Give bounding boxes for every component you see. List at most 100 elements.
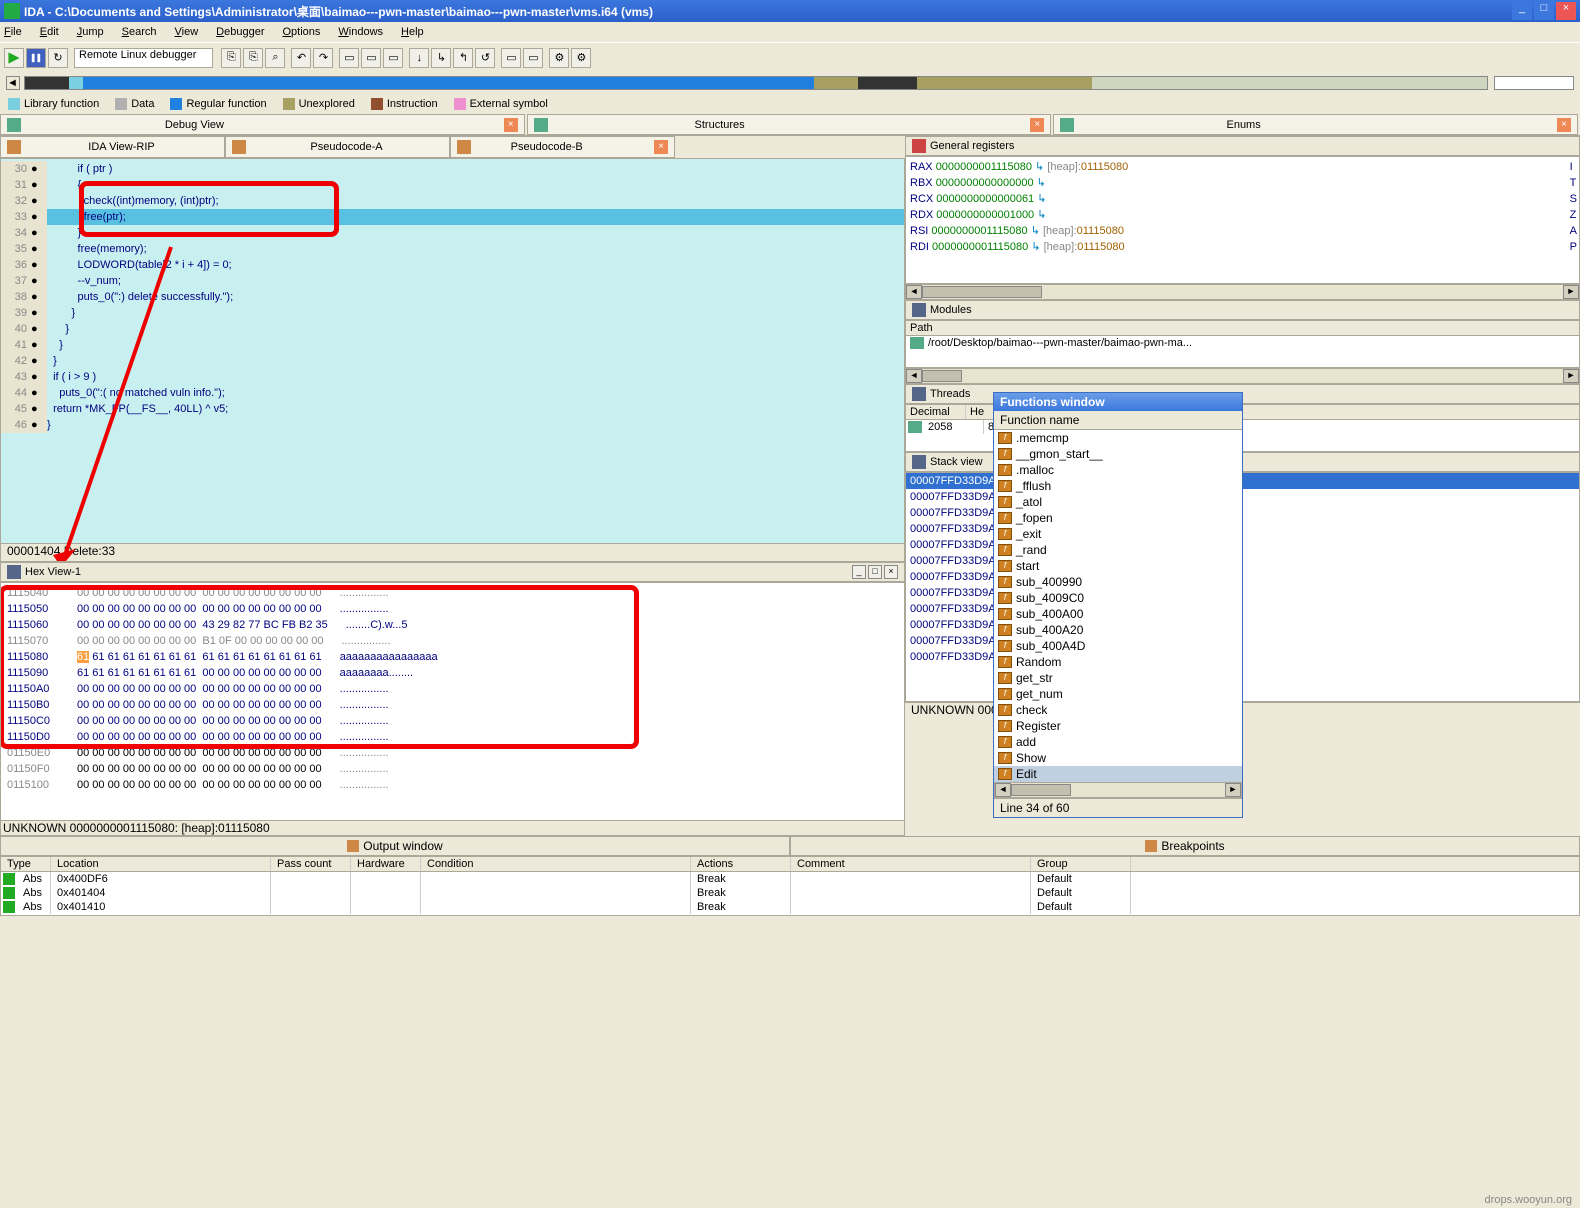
- hex-row[interactable]: 11150D0 00 00 00 00 00 00 00 00 00 00 00…: [7, 729, 898, 745]
- register-row[interactable]: RSI 0000000001115080 ↳ [heap]:01115080: [910, 223, 1575, 239]
- hex-row[interactable]: 1115040 00 00 00 00 00 00 00 00 00 00 00…: [7, 585, 898, 601]
- hex-row[interactable]: 1115080 61 61 61 61 61 61 61 61 61 61 61…: [7, 649, 898, 665]
- hex-row[interactable]: 01150F0 00 00 00 00 00 00 00 00 00 00 00…: [7, 761, 898, 777]
- debugger-select[interactable]: Remote Linux debugger: [74, 48, 213, 68]
- menu-edit[interactable]: Edit: [40, 26, 59, 38]
- code-tab[interactable]: Pseudocode-B×: [450, 136, 675, 158]
- function-item[interactable]: fsub_400990: [994, 574, 1242, 590]
- tab-close-button[interactable]: ×: [1557, 118, 1571, 132]
- step-icon[interactable]: ↓: [409, 48, 429, 68]
- bottom-tab[interactable]: Output window: [0, 836, 790, 856]
- breakpoint-row[interactable]: Abs0x400DF6BreakDefault: [1, 872, 1579, 886]
- function-item[interactable]: f_fopen: [994, 510, 1242, 526]
- reload-button[interactable]: ↻: [48, 48, 68, 68]
- function-item[interactable]: fget_str: [994, 670, 1242, 686]
- top-tab[interactable]: Structures×: [527, 114, 1052, 135]
- tool-icon[interactable]: ⚙: [571, 48, 591, 68]
- modules-row[interactable]: /root/Desktop/baimao---pwn-master/baimao…: [906, 336, 1579, 350]
- register-row[interactable]: RDI 0000000001115080 ↳ [heap]:01115080: [910, 239, 1575, 255]
- step-icon[interactable]: ↳: [431, 48, 451, 68]
- tool-icon[interactable]: ⌕: [265, 48, 285, 68]
- code-line[interactable]: 31● {: [1, 177, 904, 193]
- hex-row[interactable]: 11150C0 00 00 00 00 00 00 00 00 00 00 00…: [7, 713, 898, 729]
- register-row[interactable]: RCX 0000000000000061 ↳: [910, 191, 1575, 207]
- menu-file[interactable]: File: [4, 26, 22, 38]
- registers-pane[interactable]: RAX 0000000001115080 ↳ [heap]:01115080RB…: [905, 156, 1580, 284]
- tool-icon[interactable]: ▭: [361, 48, 381, 68]
- breakpoint-row[interactable]: Abs0x401404BreakDefault: [1, 886, 1579, 900]
- functions-list[interactable]: f.memcmpf__gmon_start__f.mallocf_fflushf…: [994, 430, 1242, 782]
- code-line[interactable]: 38● puts_0(":) delete successfully.");: [1, 289, 904, 305]
- nav-left-icon[interactable]: ◄: [6, 76, 20, 90]
- register-row[interactable]: RAX 0000000001115080 ↳ [heap]:01115080: [910, 159, 1575, 175]
- menu-windows[interactable]: Windows: [338, 26, 383, 38]
- step-icon[interactable]: ↺: [475, 48, 495, 68]
- code-line[interactable]: 37● --v_num;: [1, 273, 904, 289]
- function-item[interactable]: f.malloc: [994, 462, 1242, 478]
- function-item[interactable]: f.memcmp: [994, 430, 1242, 446]
- function-item[interactable]: fRegister: [994, 718, 1242, 734]
- function-item[interactable]: fstart: [994, 558, 1242, 574]
- code-line[interactable]: 41● }: [1, 337, 904, 353]
- step-icon[interactable]: ↰: [453, 48, 473, 68]
- tool-icon[interactable]: ⚙: [549, 48, 569, 68]
- menu-jump[interactable]: Jump: [77, 26, 104, 38]
- breakpoints-pane[interactable]: TypeLocationPass countHardwareConditionA…: [0, 856, 1580, 916]
- function-item[interactable]: f_rand: [994, 542, 1242, 558]
- code-line[interactable]: 30● if ( ptr ): [1, 161, 904, 177]
- hex-row[interactable]: 1115070 00 00 00 00 00 00 00 00 B1 0F 00…: [7, 633, 898, 649]
- tool-icon[interactable]: ▭: [523, 48, 543, 68]
- menu-debugger[interactable]: Debugger: [216, 26, 264, 38]
- code-tab[interactable]: IDA View-RIP: [0, 136, 225, 158]
- code-line[interactable]: 40● }: [1, 321, 904, 337]
- top-tab[interactable]: Debug View×: [0, 114, 525, 135]
- tool-icon[interactable]: ▭: [339, 48, 359, 68]
- maximize-button[interactable]: □: [1534, 2, 1554, 20]
- code-line[interactable]: 35● free(memory);: [1, 241, 904, 257]
- function-item[interactable]: fsub_400A00: [994, 606, 1242, 622]
- tab-close-button[interactable]: ×: [654, 140, 668, 154]
- menu-help[interactable]: Help: [401, 26, 424, 38]
- code-line[interactable]: 36● LODWORD(table[2 * i + 4]) = 0;: [1, 257, 904, 273]
- tab-close-button[interactable]: ×: [504, 118, 518, 132]
- panel-min-button[interactable]: _: [852, 565, 866, 579]
- scrollbar[interactable]: ◄►: [905, 284, 1580, 300]
- menu-options[interactable]: Options: [282, 26, 320, 38]
- hex-pane[interactable]: 1115040 00 00 00 00 00 00 00 00 00 00 00…: [0, 582, 905, 836]
- nav-bar[interactable]: [24, 76, 1488, 90]
- run-button[interactable]: [4, 48, 24, 68]
- breakpoint-row[interactable]: Abs0x401410BreakDefault: [1, 900, 1579, 914]
- code-tab[interactable]: Pseudocode-A: [225, 136, 450, 158]
- panel-close-button[interactable]: ×: [884, 565, 898, 579]
- function-item[interactable]: fRandom: [994, 654, 1242, 670]
- code-line[interactable]: 33● free(ptr);: [1, 209, 904, 225]
- tool-icon[interactable]: ▭: [383, 48, 403, 68]
- code-line[interactable]: 44● puts_0(":( no matched vuln info.");: [1, 385, 904, 401]
- hex-row[interactable]: 1115060 00 00 00 00 00 00 00 00 43 29 82…: [7, 617, 898, 633]
- code-line[interactable]: 42● }: [1, 353, 904, 369]
- modules-pane[interactable]: Path /root/Desktop/baimao---pwn-master/b…: [905, 320, 1580, 368]
- functions-window[interactable]: Functions window Function name f.memcmpf…: [993, 392, 1243, 818]
- tool-icon[interactable]: ↶: [291, 48, 311, 68]
- function-item[interactable]: fShow: [994, 750, 1242, 766]
- hex-row[interactable]: 11150B0 00 00 00 00 00 00 00 00 00 00 00…: [7, 697, 898, 713]
- top-tab[interactable]: Enums×: [1053, 114, 1578, 135]
- hex-row[interactable]: 1115090 61 61 61 61 61 61 61 61 00 00 00…: [7, 665, 898, 681]
- function-item[interactable]: fget_num: [994, 686, 1242, 702]
- tool-icon[interactable]: ⎘: [221, 48, 241, 68]
- hex-row[interactable]: 0115100 00 00 00 00 00 00 00 00 00 00 00…: [7, 777, 898, 793]
- function-item[interactable]: fcheck: [994, 702, 1242, 718]
- code-pane[interactable]: 30● if ( ptr )31● {32● check((int)memory…: [0, 158, 905, 562]
- code-line[interactable]: 32● check((int)memory, (int)ptr);: [1, 193, 904, 209]
- function-item[interactable]: fEdit: [994, 766, 1242, 782]
- tool-icon[interactable]: ↷: [313, 48, 333, 68]
- close-button[interactable]: ×: [1556, 2, 1576, 20]
- function-item[interactable]: fsub_400A20: [994, 622, 1242, 638]
- function-item[interactable]: fadd: [994, 734, 1242, 750]
- scrollbar[interactable]: ◄►: [905, 368, 1580, 384]
- code-line[interactable]: 43● if ( i > 9 ): [1, 369, 904, 385]
- code-line[interactable]: 45● return *MK_FP(__FS__, 40LL) ^ v5;: [1, 401, 904, 417]
- minimize-button[interactable]: _: [1512, 2, 1532, 20]
- code-line[interactable]: 34● }: [1, 225, 904, 241]
- nav-search[interactable]: [1494, 76, 1574, 90]
